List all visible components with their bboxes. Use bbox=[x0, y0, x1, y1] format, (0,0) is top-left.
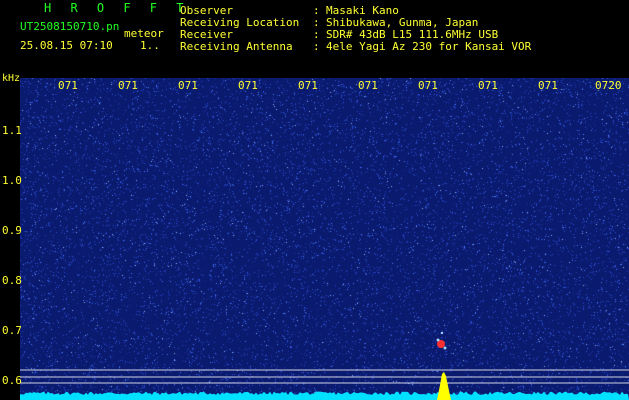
frequency-unit-label: kHz bbox=[2, 73, 21, 84]
frequency-tick: 1.1 bbox=[2, 124, 22, 137]
frequency-tick: 0.8 bbox=[2, 274, 22, 287]
time-tick: 0720 bbox=[595, 79, 622, 92]
file-name: UT2508150710.pn bbox=[20, 20, 120, 33]
frequency-tick: 0.6 bbox=[2, 374, 22, 387]
time-tick: 071 bbox=[358, 79, 378, 92]
time-tick: 071 bbox=[478, 79, 498, 92]
info-value-antenna: 4ele Yagi Az 230 for Kansai VOR bbox=[326, 40, 532, 53]
extra-indicator: 1.. bbox=[140, 39, 160, 52]
spectrogram-display bbox=[20, 78, 629, 400]
frequency-tick: 0.7 bbox=[2, 324, 22, 337]
frequency-tick: 0.9 bbox=[2, 224, 22, 237]
frequency-tick: 1.0 bbox=[2, 174, 22, 187]
hrofft-window: H R O F F T UT2508150710.pn meteor 25.08… bbox=[0, 0, 629, 400]
time-tick: 071 bbox=[538, 79, 558, 92]
time-tick: 071 bbox=[418, 79, 438, 92]
datetime: 25.08.15 07:10 bbox=[20, 39, 113, 52]
app-brand: H R O F F T bbox=[44, 1, 190, 15]
time-tick: 071 bbox=[118, 79, 138, 92]
info-colon: : bbox=[313, 40, 320, 53]
time-tick: 071 bbox=[58, 79, 78, 92]
time-tick: 071 bbox=[238, 79, 258, 92]
time-tick: 071 bbox=[178, 79, 198, 92]
info-key-antenna: Receiving Antenna bbox=[180, 40, 293, 53]
time-tick: 071 bbox=[298, 79, 318, 92]
